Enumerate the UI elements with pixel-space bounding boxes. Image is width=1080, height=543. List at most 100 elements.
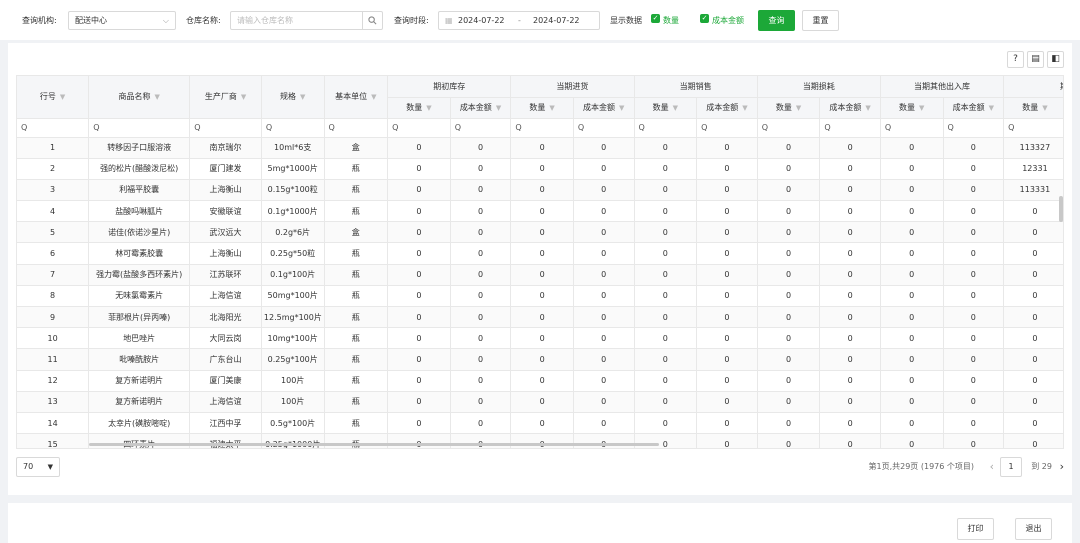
cell-qty: 0 xyxy=(510,200,574,223)
col-header-amount[interactable]: 成本金额 ▼ xyxy=(819,97,881,119)
cell-rowno: 9 xyxy=(17,306,90,329)
cell-amount: 0 xyxy=(696,433,758,448)
cell-amount: 0 xyxy=(819,327,881,350)
filter-icon[interactable]: ▼ xyxy=(426,104,431,112)
col-header-rowno[interactable]: 行号 ▼ xyxy=(17,76,90,119)
print-button[interactable]: 打印 xyxy=(957,518,994,540)
column-filter-input[interactable]: Q xyxy=(88,118,191,138)
search-icon[interactable] xyxy=(363,11,383,30)
page-size-select[interactable]: 70 ▼ xyxy=(16,457,60,477)
cell-qty: 113331 xyxy=(1003,179,1063,202)
cell-amount: 0 xyxy=(819,412,881,435)
prev-page-icon[interactable]: ‹ xyxy=(990,457,994,477)
filter-icon[interactable]: ▼ xyxy=(619,104,624,112)
filter-icon[interactable]: ▼ xyxy=(496,104,501,112)
table-row[interactable]: 4 盐酸吗啉胍片 安徽联谊 0.1g*1000片瓶 0 0 0 0 0 0 0 0 0 0 0 xyxy=(17,200,1063,223)
column-filter-input[interactable]: Q xyxy=(819,118,881,138)
vertical-scrollbar[interactable] xyxy=(1059,196,1063,222)
col-header-amount[interactable]: 成本金额 ▼ xyxy=(696,97,758,119)
filter-icon[interactable]: ▼ xyxy=(155,93,160,101)
col-header-qty[interactable]: 数量 ▼ xyxy=(387,97,451,119)
cell-qty: 0 xyxy=(510,137,574,159)
filter-icon[interactable]: ▼ xyxy=(796,104,801,112)
table-row[interactable]: 15四环素片福建太平0.25g*1000片瓶00000000000 xyxy=(17,433,1063,448)
cell-amount: 0 xyxy=(819,200,881,223)
column-filter-input[interactable]: Q xyxy=(880,118,944,138)
table-row[interactable]: 5 诺佳(依诺沙星片) 武汉远大 0.2g*6片盒 0 0 0 0 0 0 0 0 0 0 0 xyxy=(17,221,1063,244)
warehouse-input[interactable]: 请输入仓库名称 xyxy=(230,11,363,30)
table-row[interactable]: 14 太幸片(磺胺嘧啶) 江西中孚 0.5g*100片瓶 0 0 0 0 0 0 0 0 0 0 0 xyxy=(17,412,1063,435)
col-header-name[interactable]: 商品名称 ▼ xyxy=(88,76,191,119)
cell-name: 太幸片(磺胺嘧啶) xyxy=(88,412,191,435)
cell-amount: 0 xyxy=(943,433,1005,448)
column-filter-input[interactable]: Q xyxy=(189,118,262,138)
filter-icon[interactable]: ▼ xyxy=(919,104,924,112)
table-row[interactable]: 2 强的松片(醋酸泼尼松) 厦门建发 5mg*1000片瓶 0 0 0 0 0 0 0 0 0 0 1233… xyxy=(17,158,1063,180)
exit-button[interactable]: 退出 xyxy=(1015,518,1052,540)
column-filter-input[interactable]: Q xyxy=(943,118,1005,138)
cell-amount: 0 xyxy=(573,327,635,350)
col-header-amount[interactable]: 成本金额 ▼ xyxy=(573,97,635,119)
table-row[interactable]: 12 复方新诺明片 厦门美康 100片瓶 0 0 0 0 0 0 0 0 0 0 0 xyxy=(17,370,1063,392)
column-filter-input[interactable]: Q xyxy=(387,118,451,138)
col-header-qty[interactable]: 数量 ▼ xyxy=(880,97,944,119)
column-filter-input[interactable]: Q xyxy=(634,118,698,138)
col-header-qty[interactable]: 数量 ▼ xyxy=(757,97,821,119)
cell-qty: 0 xyxy=(510,285,574,308)
filter-icon[interactable]: ▼ xyxy=(865,104,870,112)
column-filter-input[interactable]: Q xyxy=(450,118,512,138)
filter-icon[interactable]: ▼ xyxy=(60,93,65,101)
cell-amount: 0 xyxy=(819,306,881,329)
amount-checkbox[interactable]: ✓ xyxy=(700,14,709,23)
horizontal-scrollbar[interactable] xyxy=(89,443,659,446)
table-row[interactable]: 10 地巴唑片 大同云岗 10mg*100片瓶 0 0 0 0 0 0 0 0 0 0 0 xyxy=(17,327,1063,350)
cell-unit: 盒 xyxy=(324,221,389,244)
col-header-maker[interactable]: 生产厂商 ▼ xyxy=(189,76,262,119)
filter-icon[interactable]: ▼ xyxy=(742,104,747,112)
qty-checkbox[interactable]: ✓ xyxy=(651,14,660,23)
col-header-spec[interactable]: 规格 ▼ xyxy=(261,76,325,119)
column-filter-input[interactable]: Q xyxy=(696,118,758,138)
filter-icon[interactable]: ▼ xyxy=(673,104,678,112)
col-header-unit[interactable]: 基本单位 ▼ xyxy=(324,76,389,119)
column-filter-input[interactable]: Q xyxy=(510,118,574,138)
col-header-qty[interactable]: 数量 ▼ xyxy=(510,97,574,119)
query-button[interactable]: 查询 xyxy=(758,10,795,31)
table-row[interactable]: 1 转移因子口服溶液 南京瑞尔 10ml*6支盒 0 0 0 0 0 0 0 0 0 0 113327 xyxy=(17,137,1063,159)
table-row[interactable]: 6 林可霉素胶囊 上海衡山 0.25g*50粒瓶 0 0 0 0 0 0 0 0 0 0 0 xyxy=(17,242,1063,265)
filter-icon[interactable]: ▼ xyxy=(371,93,376,101)
column-settings-icon[interactable]: ◧ xyxy=(1047,51,1064,68)
filter-icon[interactable]: ▼ xyxy=(1042,104,1047,112)
page-number-input[interactable]: 1 xyxy=(1000,457,1022,477)
col-header-qty[interactable]: 数量 ▼ xyxy=(634,97,698,119)
filter-icon[interactable]: ▼ xyxy=(549,104,554,112)
col-header-amount[interactable]: 成本金额 ▼ xyxy=(450,97,512,119)
table-row[interactable]: 9 菲那根片(异丙嗪) 北海阳光 12.5mg*100片瓶 0 0 0 0 0 0 0 0 0 0 0 xyxy=(17,306,1063,329)
reset-button[interactable]: 重置 xyxy=(802,10,839,31)
column-filter-input[interactable]: Q xyxy=(17,118,90,138)
col-header-qty[interactable]: 数量 ▼ xyxy=(1003,97,1063,119)
cell-unit: 瓶 xyxy=(324,370,389,392)
column-filter-input[interactable]: Q xyxy=(757,118,821,138)
column-filter-input[interactable]: Q xyxy=(1003,118,1063,138)
cell-spec: 50mg*100片 xyxy=(261,285,325,308)
filter-icon[interactable]: ▼ xyxy=(989,104,994,112)
cell-amount: 0 xyxy=(696,179,758,202)
help-icon[interactable]: ? xyxy=(1007,51,1024,68)
filter-icon[interactable]: ▼ xyxy=(300,93,305,101)
table-row[interactable]: 3 利福平胶囊 上海衡山 0.15g*100粒瓶 0 0 0 0 0 0 0 0 0 0 113331 xyxy=(17,179,1063,202)
export-icon[interactable]: ▤ xyxy=(1027,51,1044,68)
table-row[interactable]: 8 无味氯霉素片 上海信谊 50mg*100片瓶 0 0 0 0 0 0 0 0 0 0 0 xyxy=(17,285,1063,308)
col-header-amount[interactable]: 成本金额 ▼ xyxy=(943,97,1005,119)
table-row[interactable]: 7 强力霉(盐酸多西环素片) 江苏联环 0.1g*100片瓶 0 0 0 0 0 0 0 0 0 0 0 xyxy=(17,264,1063,286)
column-filter-input[interactable]: Q xyxy=(573,118,635,138)
column-filter-input[interactable]: Q xyxy=(261,118,325,138)
next-page-icon[interactable]: › xyxy=(1060,457,1064,477)
table-row[interactable]: 13 复方新诺明片 上海信谊 100片瓶 0 0 0 0 0 0 0 0 0 0 0 xyxy=(17,391,1063,413)
cell-qty: 0 xyxy=(634,179,698,202)
table-row[interactable]: 11 吡嗪酰胺片 广东台山 0.25g*100片瓶 0 0 0 0 0 0 0 0 0 0 0 xyxy=(17,348,1063,371)
org-select[interactable]: 配送中心 ⌵ xyxy=(68,11,176,30)
date-range-input[interactable]: ▦ 2024-07-22 - 2024-07-22 xyxy=(438,11,600,30)
column-filter-input[interactable]: Q xyxy=(324,118,389,138)
filter-icon[interactable]: ▼ xyxy=(241,93,246,101)
